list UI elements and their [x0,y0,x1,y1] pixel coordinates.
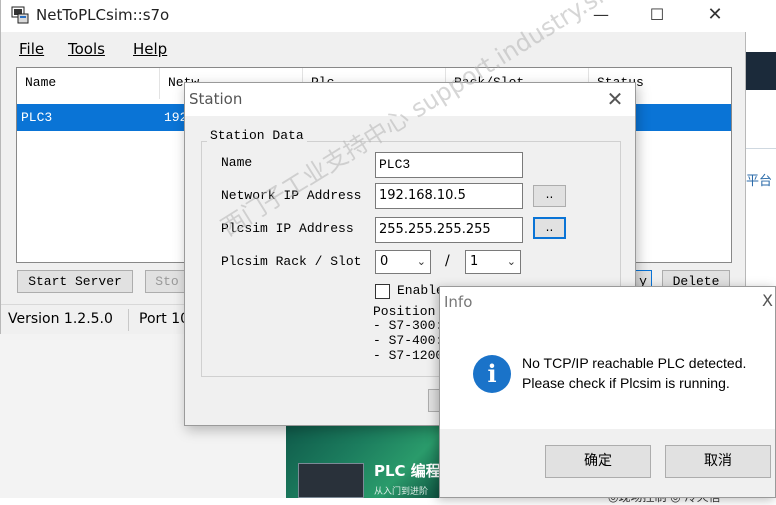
network-ip-label: Network IP Address [221,188,362,203]
minimize-button[interactable]: — [581,2,621,30]
info-dialog: Info X i No TCP/IP reachable PLC detecte… [439,286,776,498]
station-close-icon[interactable]: ✕ [597,85,633,115]
menu-file-label: File [19,40,45,58]
rack-select[interactable]: 0 ⌄ [375,250,431,274]
window-title: NetToPLCsim::s7o [36,6,170,24]
name-label: Name [221,155,253,170]
info-dialog-title: Info [444,293,473,311]
close-button[interactable]: ✕ [695,2,735,30]
menu-tools[interactable]: Tools [68,40,105,58]
cell-name: PLC3 [21,110,53,125]
position-line-2: - S7-400: [373,333,444,348]
cancel-button[interactable]: 取消 [665,445,771,478]
position-line-1: - S7-300: [373,318,444,333]
menu-help-label: Help [133,40,168,58]
info-icon: i [473,355,511,393]
network-ip-browse-button[interactable]: .. [533,185,566,207]
background-side-link[interactable]: 平台 [746,170,772,189]
rack-value: 0 [380,254,389,269]
chevron-down-icon: ⌄ [506,255,516,268]
version-label: Version 1.2.5.0 [8,311,113,327]
rack-slot-separator: / [445,253,450,269]
info-message-line-2: Please check if Plcsim is running. [522,375,730,391]
plcsim-ip-label: Plcsim IP Address [221,221,354,236]
station-dialog-title: Station [189,90,243,108]
chevron-down-icon: ⌄ [416,255,426,268]
slot-select[interactable]: 1 ⌄ [465,250,521,274]
background-dark-bar [746,52,776,90]
start-server-button[interactable]: Start Server [17,270,133,293]
column-header-name[interactable]: Name [17,68,160,99]
rack-slot-label: Plcsim Rack / Slot [221,254,362,269]
info-message-line-1: No TCP/IP reachable PLC detected. [522,355,747,371]
maximize-button[interactable]: ☐ [637,2,677,30]
stop-server-button[interactable]: Sto [145,270,189,293]
port-label: Port 10 [139,311,190,327]
network-ip-field[interactable]: 192.168.10.5 [375,183,523,209]
position-line-3: - S7-1200 [373,348,444,363]
banner-monitor-image [298,463,364,498]
plcsim-ip-browse-button[interactable]: .. [533,217,566,239]
info-close-icon[interactable]: X [762,291,773,310]
station-title-bar: Station ✕ [185,83,635,116]
menu-tools-label: Tools [68,40,105,58]
slot-value: 1 [470,254,479,269]
status-divider [128,309,129,331]
name-field[interactable]: PLC3 [375,152,523,178]
station-data-group-label: Station Data [207,128,307,143]
tsap-check-checkbox[interactable] [375,284,390,299]
position-title: Position [373,304,436,319]
ok-button[interactable]: 确定 [545,445,651,478]
background-divider [746,148,776,149]
banner-subtitle: 从入门到进阶 [374,487,429,497]
banner-title: PLC 编程 [374,462,441,480]
plcsim-ip-field[interactable]: 255.255.255.255 [375,217,523,243]
menu-file[interactable]: File [19,40,44,58]
title-bar: NetToPLCsim::s7o — ☐ ✕ [1,0,747,32]
app-icon [11,6,29,24]
menu-help[interactable]: Help [133,40,167,58]
